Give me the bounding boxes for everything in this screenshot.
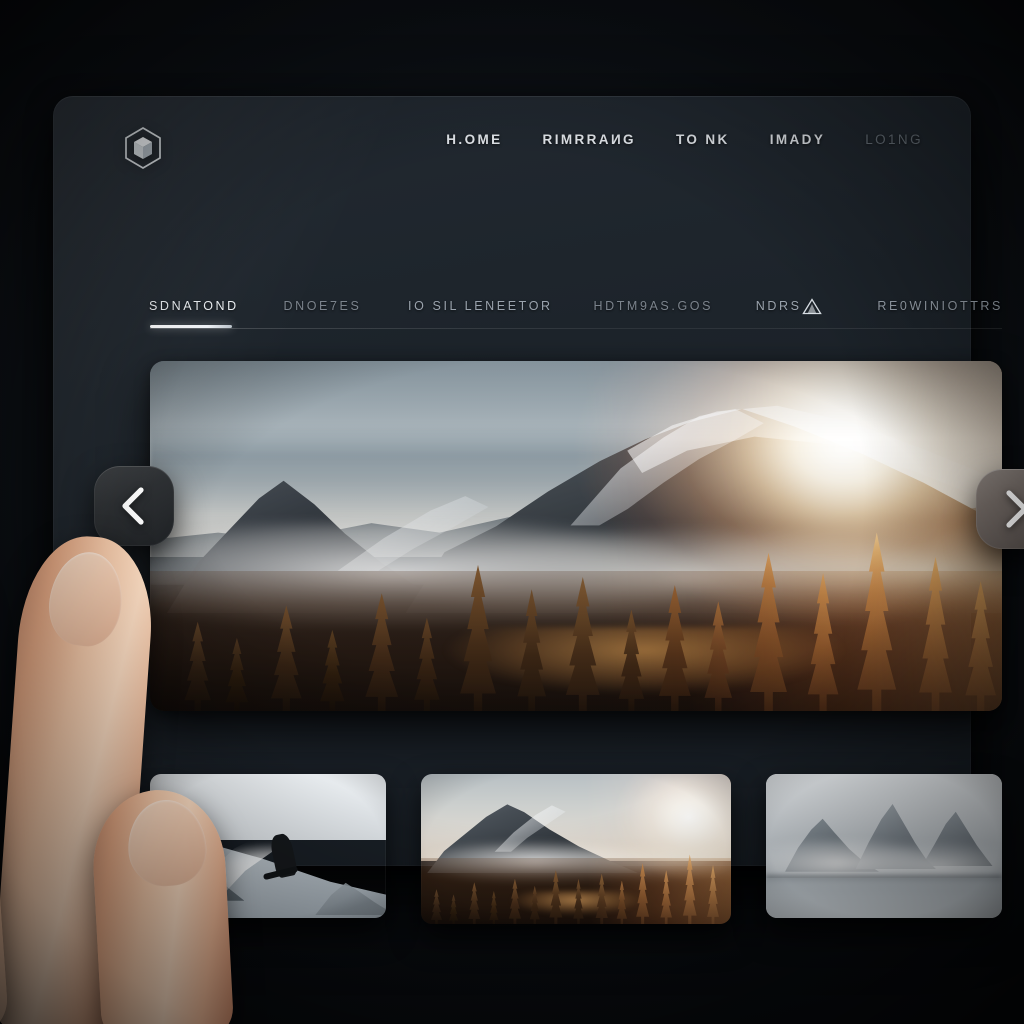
top-nav-item-0[interactable]: H.OME (446, 132, 502, 147)
hero-image-canvas (150, 361, 1002, 711)
top-nav-items: H.OME RIMRRAИG TO NK IMADY LO1NG (446, 132, 923, 147)
top-nav-item-4[interactable]: LO1NG (865, 132, 923, 147)
thumbnail-0-canvas (150, 774, 386, 918)
top-nav-item-2[interactable]: TO NK (676, 132, 730, 147)
thumbnail-2-canvas (766, 774, 1002, 918)
subnav-item-1[interactable]: DNOE7ES (283, 299, 361, 313)
chevron-left-icon (117, 485, 151, 527)
carousel-prev-button[interactable] (94, 466, 174, 546)
right-thumb (0, 532, 10, 1024)
top-navigation-bar: H.OME RIMRRAИG TO NK IMADY LO1NG (53, 118, 971, 176)
carousel-next-button[interactable] (976, 469, 1024, 549)
subnav-divider (150, 328, 1002, 329)
top-nav-item-3[interactable]: IMADY (770, 132, 826, 147)
thumbnail-item-0[interactable] (150, 774, 386, 918)
thumbnail-item-2[interactable] (766, 774, 1002, 918)
chevron-right-icon (999, 488, 1024, 530)
hexagon-cube-logo-icon[interactable] (119, 124, 167, 172)
thumbnail-strip (150, 774, 1002, 924)
hero-carousel-image[interactable] (150, 361, 1002, 711)
subnav-active-indicator (150, 325, 232, 328)
thumbnail-item-1[interactable] (421, 774, 731, 924)
top-nav-item-1[interactable]: RIMRRAИG (543, 132, 636, 147)
thumbnail-1-canvas (421, 774, 731, 924)
mountain-triangle-icon[interactable] (802, 296, 823, 316)
tablet-device: H.OME RIMRRAИG TO NK IMADY LO1NG SDNATON… (53, 96, 1024, 924)
subnav-item-0[interactable]: SDNATOND (149, 299, 239, 313)
subnav-trailing-label[interactable]: RE0WINIOTTRS (877, 299, 1003, 313)
subnav-item-4[interactable]: NDRS (756, 299, 802, 313)
secondary-navigation-bar: SDNATOND DNOE7ES IO SIL LENEETOR HDTM9AS… (149, 286, 1003, 326)
subnav-item-3[interactable]: HDTM9AS.GOS (593, 299, 713, 313)
scene: H.OME RIMRRAИG TO NK IMADY LO1NG SDNATON… (0, 0, 1024, 1024)
subnav-item-2[interactable]: IO SIL LENEETOR (408, 299, 553, 313)
